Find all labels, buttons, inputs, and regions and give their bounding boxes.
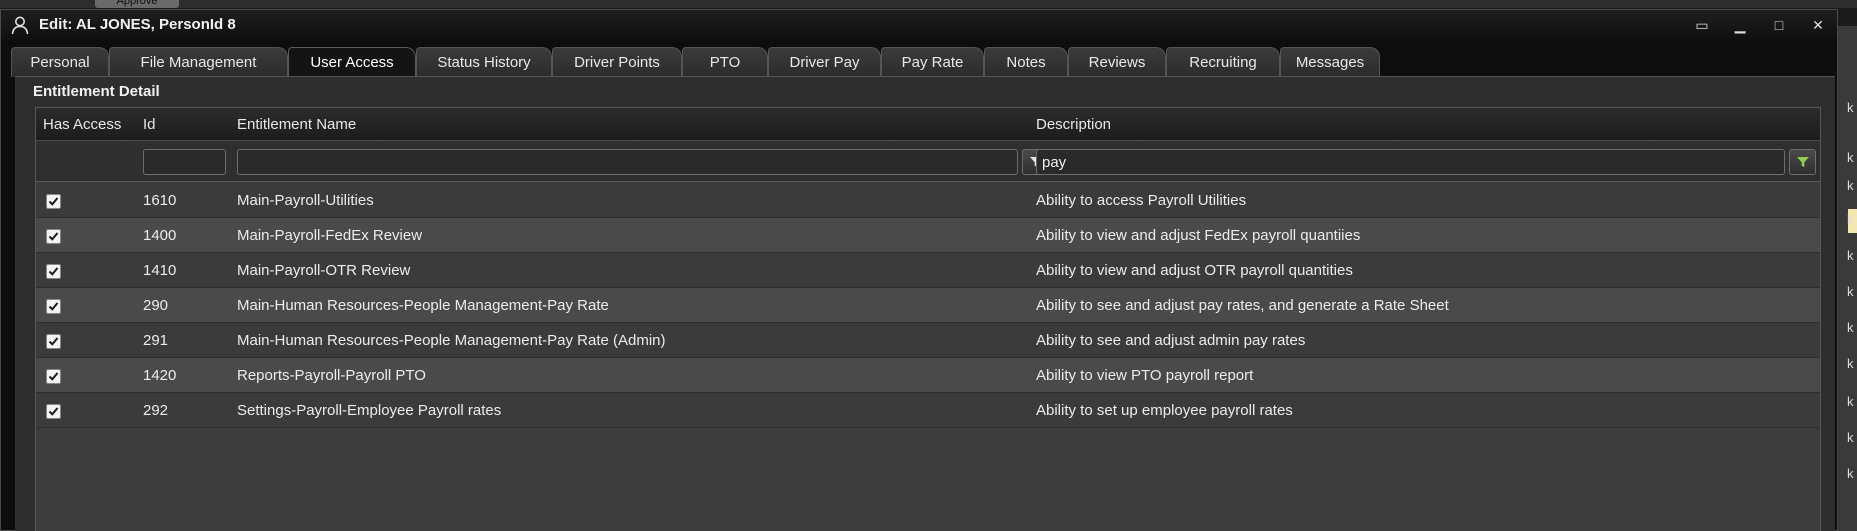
entitlement-description: Ability to see and adjust admin pay rate… [1036, 332, 1306, 349]
background-letter: k [1847, 430, 1854, 445]
has-access-checkbox[interactable] [46, 404, 61, 419]
has-access-checkbox[interactable] [46, 194, 61, 209]
entitlement-description: Ability to view and adjust OTR payroll q… [1036, 262, 1353, 279]
background-letter: k [1847, 100, 1854, 115]
entitlement-name: Main-Payroll-FedEx Review [237, 227, 423, 244]
entitlement-description: Ability to view PTO payroll report [1036, 367, 1254, 384]
name-filter-input[interactable] [237, 149, 1018, 175]
restore-icon: ▭ [1695, 17, 1709, 33]
background-app-right-edge: k k k k k k k k k k k [1838, 26, 1857, 531]
close-button[interactable]: ✕ [1807, 16, 1829, 34]
tab-file-management[interactable]: File Management [109, 47, 288, 77]
minimize-button[interactable]: ▁ [1729, 16, 1751, 34]
tab-messages[interactable]: Messages [1280, 47, 1380, 77]
has-access-checkbox[interactable] [46, 229, 61, 244]
background-letter: k [1847, 248, 1854, 263]
tab-recruiting[interactable]: Recruiting [1166, 47, 1280, 77]
minimize-icon: ▁ [1734, 17, 1746, 33]
tab-reviews[interactable]: Reviews [1068, 47, 1166, 77]
column-header-entitlement-name[interactable]: Entitlement Name [237, 116, 356, 133]
entitlement-id: 291 [143, 332, 169, 349]
check-icon [48, 267, 59, 276]
has-access-checkbox[interactable] [46, 334, 61, 349]
entitlement-name: Main-Payroll-OTR Review [237, 262, 411, 279]
entitlement-id: 1400 [143, 227, 177, 244]
table-row[interactable]: 1610 Main-Payroll-Utilities Ability to a… [36, 183, 1820, 218]
maximize-icon: □ [1774, 17, 1784, 33]
id-filter-input[interactable] [143, 149, 226, 175]
table-row[interactable]: 292 Settings-Payroll-Employee Payroll ra… [36, 393, 1820, 428]
grid-header: Has Access Id Entitlement Name Descripti… [36, 108, 1820, 141]
tab-personal[interactable]: Personal [11, 47, 109, 77]
filter-row [36, 141, 1820, 182]
funnel-active-icon [1796, 157, 1809, 167]
table-row[interactable]: 1410 Main-Payroll-OTR Review Ability to … [36, 253, 1820, 288]
check-icon [48, 232, 59, 241]
entitlement-name: Settings-Payroll-Employee Payroll rates [237, 402, 502, 419]
entitlement-name: Main-Human Resources-People Management-P… [237, 332, 666, 349]
entitlement-grid: Has Access Id Entitlement Name Descripti… [35, 107, 1821, 531]
background-letter: k [1847, 466, 1854, 481]
user-access-panel: Entitlement Detail Has Access Id Entitle… [15, 76, 1835, 531]
restore-button[interactable]: ▭ [1691, 16, 1713, 34]
background-letter: k [1847, 178, 1854, 193]
background-letter: k [1847, 394, 1854, 409]
check-icon [48, 302, 59, 311]
edit-person-window: Edit: AL JONES, PersonId 8 ▭ ▁ □ ✕ Perso… [0, 9, 1838, 531]
entitlement-name: Main-Payroll-Utilities [237, 192, 374, 209]
entitlement-id: 290 [143, 297, 169, 314]
background-tab[interactable]: Approve [95, 0, 179, 8]
window-title: Edit: AL JONES, PersonId 8 [39, 16, 236, 33]
column-header-has-access[interactable]: Has Access [43, 116, 121, 133]
description-filter-button[interactable] [1789, 149, 1816, 175]
has-access-checkbox[interactable] [46, 369, 61, 384]
entitlement-description: Ability to view and adjust FedEx payroll… [1036, 227, 1361, 244]
check-icon [48, 372, 59, 381]
tab-driver-pay[interactable]: Driver Pay [768, 47, 881, 77]
check-icon [48, 197, 59, 206]
check-icon [48, 407, 59, 416]
entitlement-name: Main-Human Resources-People Management-P… [237, 297, 609, 314]
check-icon [48, 337, 59, 346]
entitlement-id: 1410 [143, 262, 177, 279]
section-title: Entitlement Detail [33, 83, 160, 100]
tab-bar: Personal File Management User Access Sta… [11, 47, 1831, 79]
grid-rows: 1610 Main-Payroll-Utilities Ability to a… [36, 183, 1820, 428]
background-app-strip: Approve [0, 0, 1857, 8]
tab-pto[interactable]: PTO [682, 47, 768, 77]
tab-notes[interactable]: Notes [984, 47, 1068, 77]
title-bar[interactable]: Edit: AL JONES, PersonId 8 ▭ ▁ □ ✕ [1, 10, 1837, 42]
background-letter: k [1847, 212, 1854, 227]
background-letter: k [1847, 320, 1854, 335]
maximize-button[interactable]: □ [1768, 16, 1790, 34]
tab-driver-points[interactable]: Driver Points [552, 47, 682, 77]
entitlement-description: Ability to access Payroll Utilities [1036, 192, 1247, 209]
background-letter: k [1847, 356, 1854, 371]
entitlement-description: Ability to set up employee payroll rates [1036, 402, 1293, 419]
entitlement-id: 292 [143, 402, 169, 419]
column-header-id[interactable]: Id [143, 116, 156, 133]
column-header-description[interactable]: Description [1036, 116, 1111, 133]
entitlement-description: Ability to see and adjust pay rates, and… [1036, 297, 1449, 314]
has-access-checkbox[interactable] [46, 299, 61, 314]
table-row[interactable]: 290 Main-Human Resources-People Manageme… [36, 288, 1820, 323]
entitlement-name: Reports-Payroll-Payroll PTO [237, 367, 426, 384]
table-row[interactable]: 291 Main-Human Resources-People Manageme… [36, 323, 1820, 358]
tab-user-access[interactable]: User Access [288, 47, 416, 79]
entitlement-id: 1610 [143, 192, 177, 209]
has-access-checkbox[interactable] [46, 264, 61, 279]
entitlement-id: 1420 [143, 367, 177, 384]
close-icon: ✕ [1812, 17, 1824, 33]
table-row[interactable]: 1420 Reports-Payroll-Payroll PTO Ability… [36, 358, 1820, 393]
tab-status-history[interactable]: Status History [416, 47, 552, 77]
background-letter: k [1847, 150, 1854, 165]
tab-pay-rate[interactable]: Pay Rate [881, 47, 984, 77]
person-icon [11, 16, 29, 35]
background-letter: k [1847, 284, 1854, 299]
table-row[interactable]: 1400 Main-Payroll-FedEx Review Ability t… [36, 218, 1820, 253]
description-filter-input[interactable] [1036, 149, 1785, 175]
